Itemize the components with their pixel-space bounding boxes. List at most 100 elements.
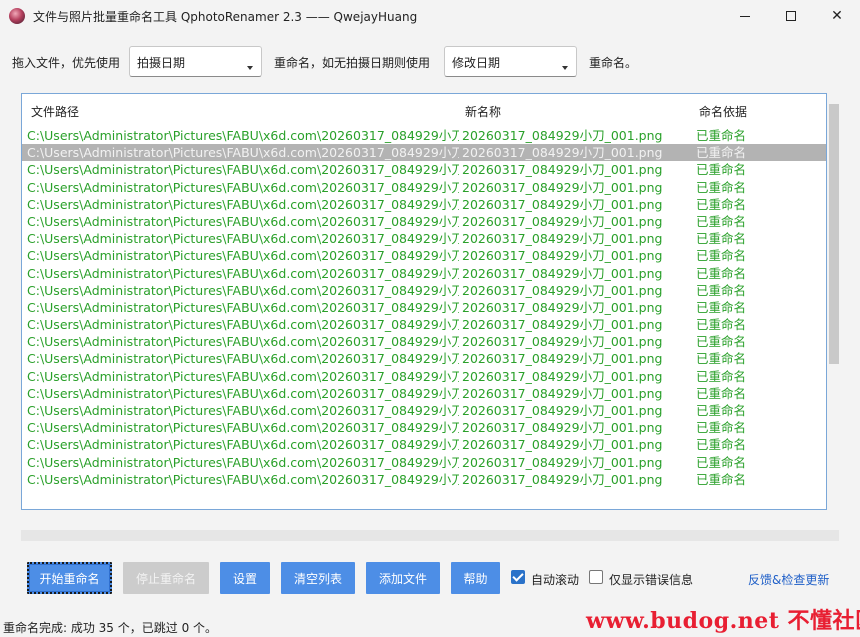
cell-new-name: 20260317_084929小刀_001.png	[462, 454, 663, 470]
table-row[interactable]: C:\Users\Administrator\Pictures\FABU\x6d…	[22, 402, 826, 419]
close-button[interactable]: ✕	[814, 0, 860, 32]
add-files-button[interactable]: 添加文件	[366, 562, 440, 594]
cell-new-name: 20260317_084929小刀_001.png	[462, 317, 663, 333]
maximize-icon	[786, 11, 796, 21]
cell-path: C:\Users\Administrator\Pictures\FABU\x6d…	[27, 420, 459, 436]
cell-path: C:\Users\Administrator\Pictures\FABU\x6d…	[27, 179, 459, 195]
option-label-suffix: 重命名。	[589, 56, 638, 70]
cell-path: C:\Users\Administrator\Pictures\FABU\x6d…	[27, 368, 459, 384]
cell-basis: 已重命名	[696, 196, 747, 212]
errors-only-checkbox[interactable]	[589, 570, 603, 584]
cell-new-name: 20260317_084929小刀_001.png	[462, 420, 663, 436]
cell-path: C:\Users\Administrator\Pictures\FABU\x6d…	[27, 128, 459, 143]
cell-basis: 已重命名	[696, 248, 747, 264]
stop-rename-button[interactable]: 停止重命名	[123, 562, 209, 594]
settings-button[interactable]: 设置	[220, 562, 270, 594]
table-row[interactable]: C:\Users\Administrator\Pictures\FABU\x6d…	[22, 161, 826, 178]
table-row[interactable]: C:\Users\Administrator\Pictures\FABU\x6d…	[22, 196, 826, 213]
minimize-button[interactable]	[722, 0, 768, 32]
title-bar: 文件与照片批量重命名工具 QphotoRenamer 2.3 —— Qwejay…	[0, 0, 860, 32]
cell-path: C:\Users\Administrator\Pictures\FABU\x6d…	[27, 454, 459, 470]
cell-basis: 已重命名	[696, 368, 747, 384]
cell-new-name: 20260317_084929小刀_001.png	[462, 403, 663, 418]
table-row[interactable]: C:\Users\Administrator\Pictures\FABU\x6d…	[22, 471, 826, 488]
start-rename-button[interactable]: 开始重命名	[27, 562, 112, 594]
table-row[interactable]: C:\Users\Administrator\Pictures\FABU\x6d…	[22, 144, 826, 162]
cell-path: C:\Users\Administrator\Pictures\FABU\x6d…	[27, 162, 459, 178]
cell-basis: 已重命名	[696, 420, 747, 436]
autoscroll-label[interactable]: 自动滚动	[531, 571, 579, 588]
cell-path: C:\Users\Administrator\Pictures\FABU\x6d…	[27, 403, 459, 418]
cell-path: C:\Users\Administrator\Pictures\FABU\x6d…	[27, 248, 459, 264]
table-row[interactable]: C:\Users\Administrator\Pictures\FABU\x6d…	[22, 179, 826, 196]
maximize-button[interactable]	[768, 0, 814, 32]
help-button[interactable]: 帮助	[451, 562, 500, 594]
cell-new-name: 20260317_084929小刀_001.png	[462, 334, 663, 350]
table-row[interactable]: C:\Users\Administrator\Pictures\FABU\x6d…	[22, 333, 826, 350]
table-header: 文件路径 新名称 命名依据	[22, 94, 826, 127]
file-table[interactable]: 文件路径 新名称 命名依据 C:\Users\Administrator\Pic…	[21, 93, 827, 510]
table-row[interactable]: C:\Users\Administrator\Pictures\FABU\x6d…	[22, 350, 826, 367]
cell-new-name: 20260317_084929小刀_001.png	[462, 162, 663, 178]
cell-basis: 已重命名	[696, 403, 747, 418]
minimize-icon	[740, 15, 750, 17]
table-row[interactable]: C:\Users\Administrator\Pictures\FABU\x6d…	[22, 265, 826, 282]
cell-path: C:\Users\Administrator\Pictures\FABU\x6d…	[27, 145, 459, 161]
table-body: C:\Users\Administrator\Pictures\FABU\x6d…	[22, 127, 826, 488]
table-row[interactable]: C:\Users\Administrator\Pictures\FABU\x6d…	[22, 127, 826, 144]
app-icon	[9, 8, 25, 24]
cell-path: C:\Users\Administrator\Pictures\FABU\x6d…	[27, 265, 459, 281]
vertical-scrollbar[interactable]	[829, 104, 839, 364]
header-path[interactable]: 文件路径	[31, 103, 79, 120]
table-row[interactable]: C:\Users\Administrator\Pictures\FABU\x6d…	[22, 385, 826, 402]
clear-list-button[interactable]: 清空列表	[281, 562, 355, 594]
table-row[interactable]: C:\Users\Administrator\Pictures\FABU\x6d…	[22, 247, 826, 264]
table-row[interactable]: C:\Users\Administrator\Pictures\FABU\x6d…	[22, 230, 826, 247]
cell-basis: 已重命名	[696, 317, 747, 333]
header-new-name[interactable]: 新名称	[465, 103, 501, 120]
header-basis[interactable]: 命名依据	[699, 103, 747, 120]
table-row[interactable]: C:\Users\Administrator\Pictures\FABU\x6d…	[22, 213, 826, 230]
cell-new-name: 20260317_084929小刀_001.png	[462, 471, 663, 487]
cell-basis: 已重命名	[696, 299, 747, 315]
window-title: 文件与照片批量重命名工具 QphotoRenamer 2.3 —— Qwejay…	[33, 9, 418, 24]
cell-new-name: 20260317_084929小刀_001.png	[462, 385, 663, 401]
option-label-fallback: 重命名，如无拍摄日期则使用	[274, 56, 431, 70]
cell-path: C:\Users\Administrator\Pictures\FABU\x6d…	[27, 437, 459, 453]
table-row[interactable]: C:\Users\Administrator\Pictures\FABU\x6d…	[22, 316, 826, 333]
cell-basis: 已重命名	[696, 351, 747, 367]
cell-new-name: 20260317_084929小刀_001.png	[462, 179, 663, 195]
table-row[interactable]: C:\Users\Administrator\Pictures\FABU\x6d…	[22, 368, 826, 385]
window-controls: ✕	[722, 0, 860, 32]
cell-path: C:\Users\Administrator\Pictures\FABU\x6d…	[27, 334, 459, 350]
errors-only-label[interactable]: 仅显示错误信息	[609, 571, 693, 588]
cell-basis: 已重命名	[696, 437, 747, 453]
fallback-date-select[interactable]: 修改日期	[444, 46, 577, 77]
primary-date-value: 拍摄日期	[137, 56, 186, 70]
table-row[interactable]: C:\Users\Administrator\Pictures\FABU\x6d…	[22, 419, 826, 436]
cell-new-name: 20260317_084929小刀_001.png	[462, 265, 663, 281]
cell-path: C:\Users\Administrator\Pictures\FABU\x6d…	[27, 282, 459, 298]
chevron-down-icon	[562, 66, 568, 70]
table-row[interactable]: C:\Users\Administrator\Pictures\FABU\x6d…	[22, 436, 826, 453]
cell-basis: 已重命名	[696, 385, 747, 401]
cell-basis: 已重命名	[696, 179, 747, 195]
primary-date-select[interactable]: 拍摄日期	[129, 46, 262, 77]
cell-path: C:\Users\Administrator\Pictures\FABU\x6d…	[27, 196, 459, 212]
cell-new-name: 20260317_084929小刀_001.png	[462, 299, 663, 315]
cell-new-name: 20260317_084929小刀_001.png	[462, 248, 663, 264]
watermark-text: www.budog.net 不懂社区	[586, 608, 860, 634]
cell-new-name: 20260317_084929小刀_001.png	[462, 145, 663, 161]
table-row[interactable]: C:\Users\Administrator\Pictures\FABU\x6d…	[22, 282, 826, 299]
table-row[interactable]: C:\Users\Administrator\Pictures\FABU\x6d…	[22, 454, 826, 471]
cell-path: C:\Users\Administrator\Pictures\FABU\x6d…	[27, 317, 459, 333]
cell-path: C:\Users\Administrator\Pictures\FABU\x6d…	[27, 213, 459, 229]
autoscroll-checkbox[interactable]	[511, 570, 525, 584]
table-row[interactable]: C:\Users\Administrator\Pictures\FABU\x6d…	[22, 299, 826, 316]
cell-basis: 已重命名	[696, 334, 747, 350]
cell-new-name: 20260317_084929小刀_001.png	[462, 128, 663, 143]
cell-basis: 已重命名	[696, 231, 747, 247]
feedback-update-link[interactable]: 反馈&检查更新	[748, 571, 829, 588]
cell-basis: 已重命名	[696, 454, 747, 470]
cell-new-name: 20260317_084929小刀_001.png	[462, 437, 663, 453]
